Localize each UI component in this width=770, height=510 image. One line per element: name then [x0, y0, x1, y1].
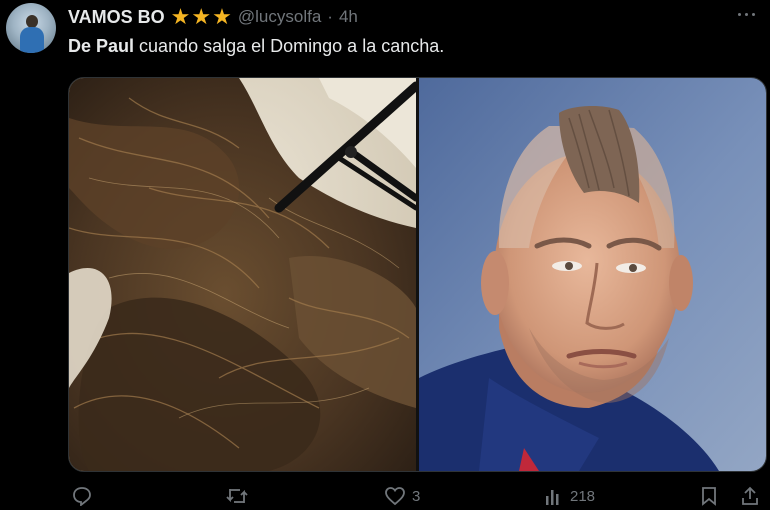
tweet-header: VAMOS BO ★ ★ ★ @lucysolfa · 4h: [68, 6, 358, 28]
more-options-icon[interactable]: [734, 5, 758, 23]
tweet-text: De Paul cuando salga el Domingo a la can…: [68, 36, 444, 57]
reply-icon: [73, 487, 91, 506]
share-icon: [742, 486, 758, 505]
avatar-figure-body: [20, 27, 44, 53]
post-time[interactable]: 4h: [339, 7, 358, 27]
views-button[interactable]: 218: [544, 486, 595, 506]
star-badges: ★ ★ ★: [170, 4, 232, 29]
star-icon: ★: [170, 4, 191, 29]
views-count: 218: [570, 487, 596, 505]
bookmark-button[interactable]: [700, 486, 718, 506]
star-icon: ★: [191, 4, 212, 29]
like-count: 3: [412, 487, 421, 505]
media-image-right[interactable]: [419, 78, 766, 471]
share-button[interactable]: [740, 486, 760, 506]
repost-button[interactable]: [226, 486, 254, 506]
reply-button[interactable]: [72, 486, 98, 506]
tweet-body-text: cuando salga el Domingo a la cancha.: [139, 36, 445, 56]
like-button[interactable]: 3: [384, 486, 420, 506]
heart-icon: [385, 487, 405, 506]
star-icon: ★: [212, 4, 232, 29]
tweet-actions: 3 218: [68, 486, 765, 510]
bookmark-icon: [702, 487, 716, 506]
author-name[interactable]: VAMOS BO: [68, 7, 165, 28]
separator-dot: ·: [327, 7, 333, 26]
hair-on-floor-photo: [69, 78, 416, 471]
media-image-left[interactable]: [69, 78, 416, 471]
author-handle[interactable]: @lucysolfa: [238, 7, 321, 27]
views-icon: [546, 490, 559, 505]
media-grid: [68, 77, 767, 472]
mohawk-haircut-photo: [419, 78, 766, 471]
avatar[interactable]: [6, 3, 56, 53]
repost-icon: [226, 489, 248, 503]
mention-text[interactable]: De Paul: [68, 36, 134, 56]
